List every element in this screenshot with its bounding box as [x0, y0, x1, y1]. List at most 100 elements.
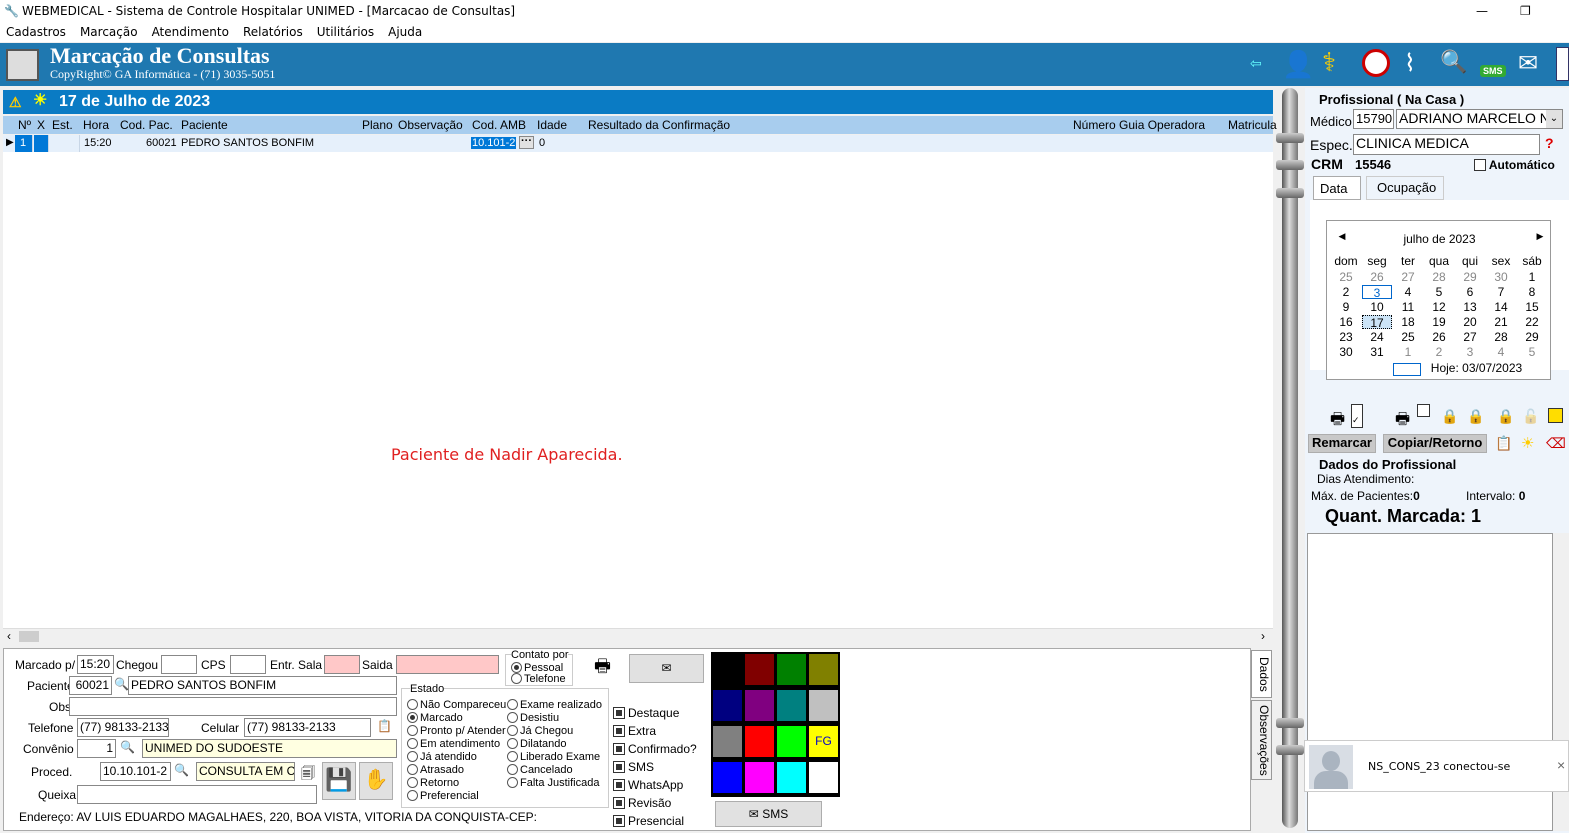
stairs-icon[interactable]: ⌇ [1404, 49, 1416, 78]
paciente-name-input[interactable]: PEDRO SANTOS BONFIM [128, 676, 397, 695]
calendar-day[interactable]: 5 [1517, 345, 1547, 359]
cell-x[interactable] [34, 135, 49, 152]
lock-red-icon[interactable]: 🔒 [1467, 408, 1484, 425]
calendar-day[interactable]: 20 [1455, 315, 1485, 329]
telefone-input[interactable]: (77) 98133-2133 [77, 718, 169, 737]
copy-document-icon[interactable]: 📋 [1495, 435, 1512, 452]
cell-est[interactable] [49, 135, 80, 152]
calendar-day[interactable]: 6 [1455, 285, 1485, 299]
color-swatch[interactable] [808, 761, 839, 794]
splitter-pillar[interactable] [1275, 88, 1305, 833]
convenio-code-input[interactable]: 1 [77, 739, 116, 758]
menu-cadastros[interactable]: Cadastros [6, 25, 66, 39]
obs-input[interactable] [69, 697, 397, 716]
marcado-input[interactable]: 15:20 [77, 655, 114, 674]
calendar-day[interactable]: 4 [1393, 285, 1423, 299]
calendar-day[interactable]: 10 [1362, 300, 1392, 314]
automatico-checkbox[interactable]: Automático [1474, 158, 1555, 172]
sun-icon[interactable]: ☀ [33, 89, 47, 113]
print-icon[interactable]: 🖶 [594, 654, 611, 684]
chegou-input[interactable] [161, 655, 197, 674]
today-link[interactable]: Hoje: 03/07/2023 [1419, 361, 1534, 375]
calendar-day[interactable]: 25 [1393, 330, 1423, 344]
search-proced-icon[interactable]: 🔍 [174, 763, 189, 777]
entr-sala-input[interactable] [324, 655, 360, 674]
color-swatch[interactable] [808, 689, 839, 722]
remarcar-button[interactable]: Remarcar [1308, 434, 1376, 453]
calendar-day[interactable]: 23 [1331, 330, 1361, 344]
color-swatch[interactable] [744, 725, 775, 758]
help-icon[interactable]: ? [1545, 135, 1554, 151]
color-swatch[interactable] [776, 689, 807, 722]
celular-input[interactable]: (77) 98133-2133 [244, 718, 371, 737]
menu-relatorios[interactable]: Relatórios [243, 25, 303, 39]
col-observacao[interactable]: Observação [398, 118, 463, 132]
tab-ocupacao[interactable]: Ocupação [1366, 176, 1444, 200]
prev-month-icon[interactable]: ◀ [1327, 231, 1357, 242]
eraser-icon[interactable]: ⌫ [1546, 435, 1566, 452]
calendar-day[interactable]: 30 [1331, 345, 1361, 359]
ellipsis-button[interactable]: ··· [519, 136, 534, 149]
menu-ajuda[interactable]: Ajuda [388, 25, 422, 39]
color-swatch[interactable] [712, 761, 743, 794]
close-icon[interactable]: × [1557, 757, 1565, 773]
color-swatch[interactable] [744, 689, 775, 722]
calendar-day[interactable]: 30 [1486, 270, 1516, 284]
color-swatch[interactable] [776, 653, 807, 686]
checkbox-icon[interactable] [1417, 404, 1430, 417]
estado-radio[interactable]: Cancelado [507, 764, 573, 776]
estado-radio[interactable]: Já Chegou [507, 725, 573, 737]
calendar-day[interactable]: 26 [1424, 330, 1454, 344]
calendar-day[interactable]: 11 [1393, 300, 1423, 314]
add-user-icon[interactable]: 👤 [1282, 49, 1314, 80]
cell-idade[interactable]: 0 [539, 137, 545, 149]
tab-data[interactable]: Data [1313, 176, 1361, 200]
list-icon[interactable] [1556, 47, 1569, 81]
clock-icon[interactable] [1362, 49, 1390, 77]
col-plano[interactable]: Plano [362, 118, 393, 132]
search-convenio-icon[interactable]: 🔍 [120, 740, 135, 754]
email-globe-icon[interactable]: ✉ [1518, 49, 1538, 78]
calendar-day[interactable]: 4 [1486, 345, 1516, 359]
sun-icon[interactable]: ☀ [1521, 434, 1534, 452]
cell-paciente[interactable]: PEDRO SANTOS BONFIM [181, 137, 314, 149]
print-icon[interactable]: 🖶 [1330, 408, 1345, 435]
col-num[interactable]: Nº [18, 118, 31, 132]
checkbox-destaque[interactable]: Destaque [613, 706, 679, 720]
estado-radio[interactable]: Já atendido [407, 751, 477, 763]
next-month-icon[interactable]: ▶ [1525, 231, 1555, 242]
calendar-day[interactable]: 14 [1486, 300, 1516, 314]
col-numero-guia[interactable]: Número Guia Operadora [1073, 118, 1205, 132]
notification-toast[interactable]: NS_CONS_23 conectou-se × [1304, 740, 1569, 792]
table-row[interactable]: ▶ 1 15:20 60021 PEDRO SANTOS BONFIM 10.1… [3, 135, 1273, 152]
calendar-day[interactable]: 29 [1517, 330, 1547, 344]
maximize-button[interactable]: ❐ [1520, 0, 1531, 22]
calendar-day[interactable]: 25 [1331, 270, 1361, 284]
color-swatch[interactable] [712, 653, 743, 686]
convenio-name-input[interactable]: UNIMED DO SUDOESTE [142, 739, 397, 758]
stop-button[interactable]: ✋ [359, 762, 393, 800]
checkbox-whatsapp[interactable]: WhatsApp [613, 778, 683, 792]
estado-radio[interactable]: Pronto p/ Atender [407, 725, 506, 737]
col-hora[interactable]: Hora [83, 118, 109, 132]
checkbox-presencial[interactable]: Presencial [613, 814, 684, 828]
cell-num[interactable]: 1 [15, 135, 33, 152]
medico-select[interactable]: ADRIANO MARCELO NC ⌄ [1396, 109, 1563, 129]
cps-input[interactable] [230, 655, 266, 674]
envelope-button[interactable]: ✉ [629, 654, 704, 683]
calendar-day[interactable]: 2 [1424, 345, 1454, 359]
calendar-day[interactable]: 8 [1517, 285, 1547, 299]
estado-radio[interactable]: Falta Justificada [507, 777, 599, 789]
calendar-day[interactable]: 16 [1331, 315, 1361, 329]
menu-marcacao[interactable]: Marcação [80, 25, 138, 39]
color-swatch[interactable] [776, 761, 807, 794]
scroll-thumb[interactable] [19, 631, 39, 642]
tab-observacoes[interactable]: Observações [1251, 700, 1272, 780]
calendar-day[interactable]: 27 [1393, 270, 1423, 284]
calendar-day[interactable]: 28 [1424, 270, 1454, 284]
checkbox-extra[interactable]: Extra [613, 724, 656, 738]
calendar-day[interactable]: 22 [1517, 315, 1547, 329]
calendar-day[interactable]: 7 [1486, 285, 1516, 299]
lock-icon[interactable]: 🔒 [1497, 408, 1514, 425]
col-matricula[interactable]: Matricula [1228, 118, 1277, 132]
